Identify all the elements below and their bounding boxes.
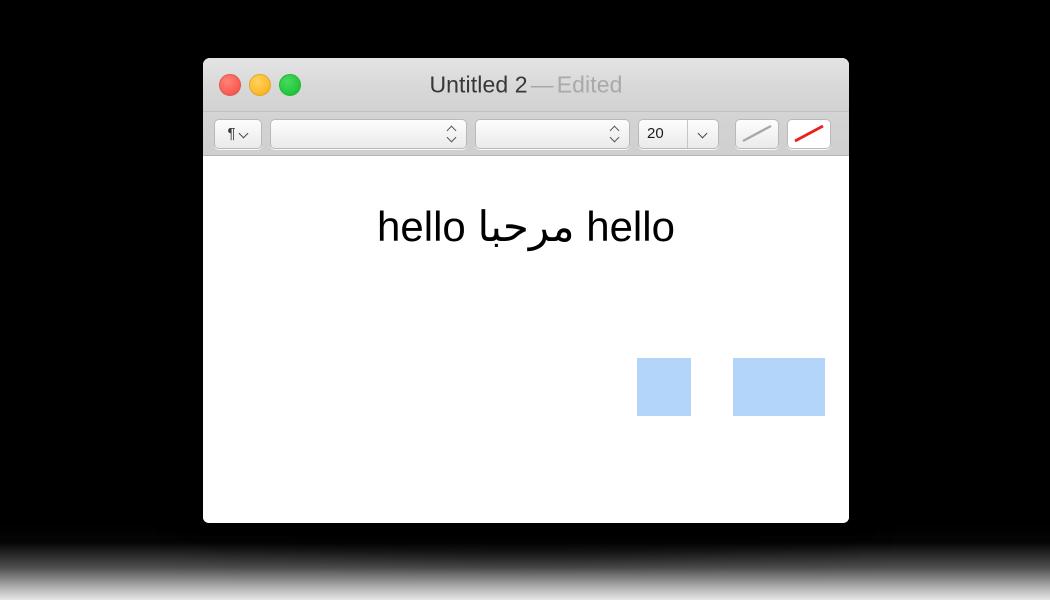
stepper-arrows-icon[interactable] bbox=[447, 124, 458, 144]
chevron-down-icon bbox=[240, 129, 249, 138]
paragraph-style-popup-button[interactable]: ¶ bbox=[214, 118, 262, 149]
format-toolbar: ¶ bbox=[203, 112, 849, 156]
title-separator: — bbox=[530, 71, 554, 97]
document-name: Untitled 2 bbox=[429, 71, 528, 97]
font-typeface-combo-box[interactable] bbox=[475, 118, 630, 149]
desktop-bottom-glow bbox=[0, 522, 1050, 600]
diagonal-line-red-icon bbox=[794, 124, 824, 143]
stroke-none-button[interactable] bbox=[735, 118, 779, 149]
selection-highlight-run-left bbox=[637, 358, 691, 416]
window-titlebar[interactable]: Untitled 2— Edited bbox=[203, 58, 849, 112]
document-text-line[interactable]: hello مرحبا hello bbox=[203, 206, 849, 248]
document-text-area[interactable]: hello مرحبا hello bbox=[203, 156, 849, 522]
font-size-popup-button[interactable] bbox=[687, 119, 718, 148]
stepper-arrows-icon[interactable] bbox=[610, 124, 621, 144]
chevron-down-icon bbox=[699, 129, 708, 138]
font-size-control bbox=[638, 118, 719, 149]
edited-status-label: Edited bbox=[556, 71, 623, 97]
stroke-color-button[interactable] bbox=[787, 118, 831, 149]
font-family-combo-box[interactable] bbox=[270, 118, 467, 149]
selection-highlight-run-right bbox=[733, 358, 825, 416]
document-text: hello مرحبا hello bbox=[377, 203, 675, 250]
paragraph-mark-icon: ¶ bbox=[227, 125, 236, 142]
textedit-window: Untitled 2— Edited ¶ 20 hello مرحبا hell… bbox=[203, 58, 849, 523]
window-title: Untitled 2— Edited bbox=[203, 71, 849, 98]
font-size-input[interactable] bbox=[639, 119, 687, 148]
diagonal-line-gray-icon bbox=[742, 124, 772, 143]
